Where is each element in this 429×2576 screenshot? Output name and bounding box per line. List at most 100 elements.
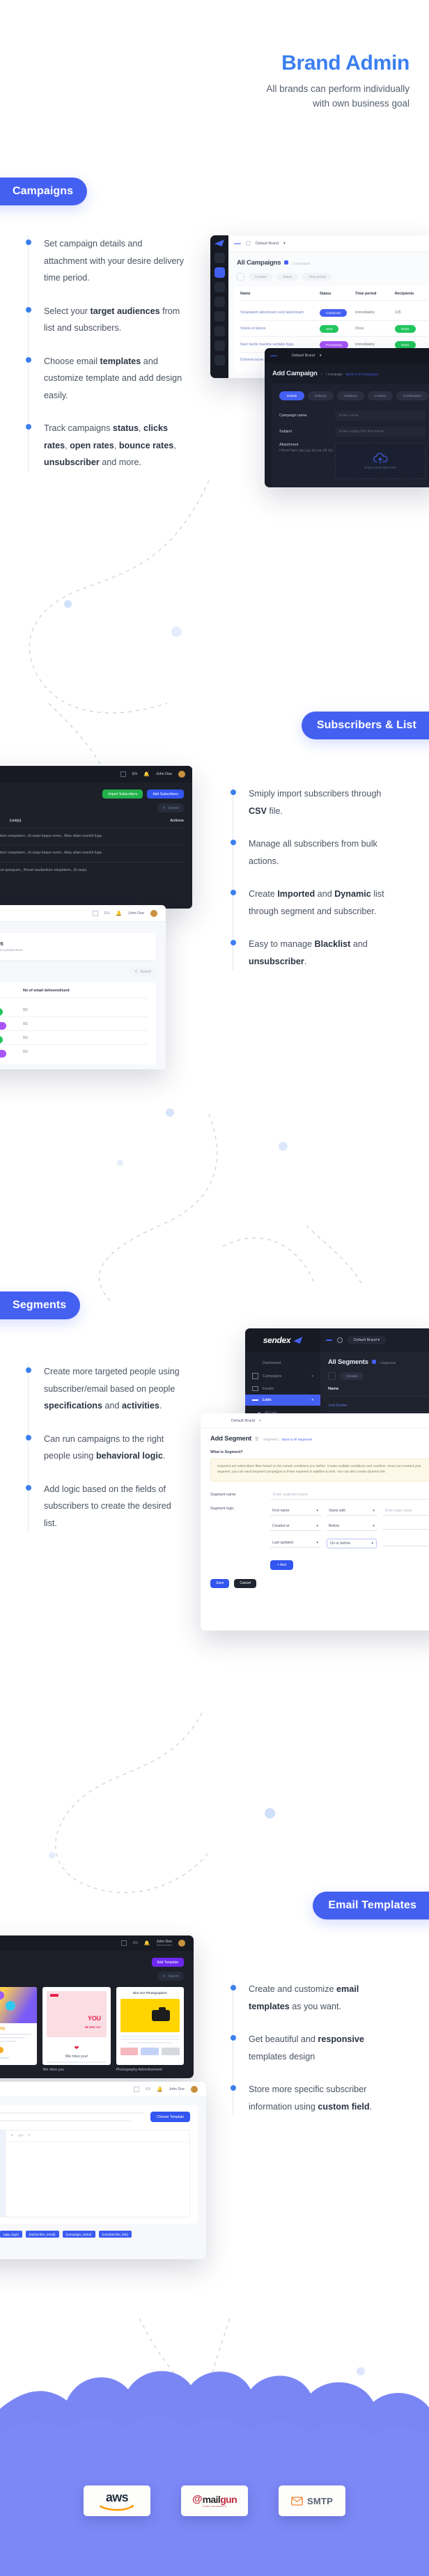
template-card[interactable]: Happy Birthday Happy Birthday — [0, 1987, 38, 2072]
avatar[interactable] — [191, 2085, 198, 2093]
table-row[interactable]: Soluta ut labore. Sent Once Show — [240, 321, 428, 336]
hamburger-icon[interactable] — [270, 355, 277, 356]
table-row[interactable]: Voluptatem laboriosam sunt laboriosam. C… — [240, 305, 428, 320]
tab-audience[interactable]: Audience — [336, 391, 364, 400]
table-row[interactable]: Qui accusantium quisquam., Rerum laudant… — [0, 867, 192, 874]
brand-selector[interactable]: Default Brand — [231, 1419, 255, 1423]
sidebar-item-dashboard[interactable]: Dashboard — [245, 1356, 320, 1369]
calendar-icon[interactable] — [328, 1372, 336, 1380]
logic-operator-select[interactable]: Before ▾ — [327, 1522, 377, 1531]
sidebar-item-reports[interactable] — [214, 340, 225, 351]
sidebar-item-lists[interactable] — [214, 297, 225, 307]
add-template-button[interactable]: Add Template — [151, 1958, 184, 1967]
logic-value-input[interactable] — [383, 1540, 429, 1547]
sidebar-item-lists[interactable]: Lists ▾ — [245, 1395, 320, 1406]
sidebar-item-emails[interactable] — [214, 282, 225, 292]
language-selector[interactable]: EN — [132, 772, 138, 776]
merge-tag[interactable]: {app_logo} — [0, 2231, 22, 2238]
search-input[interactable]: ⚲ Search — [157, 803, 184, 812]
attachment-dropzone[interactable]: Drag & Drop Files Here — [335, 443, 426, 479]
code-view-icon[interactable]: </> — [18, 2134, 23, 2138]
filter-created[interactable]: Created — [249, 273, 273, 281]
logo-card-mailgun[interactable]: @ mail gun Email Automation — [181, 2485, 248, 2516]
merge-tag[interactable]: {subscriber_email} — [25, 2231, 59, 2238]
back-to-all-campaigns-link[interactable]: Back to All Campaigns — [346, 372, 378, 376]
tab-content[interactable]: Content — [367, 391, 393, 400]
save-button[interactable]: Save — [210, 1578, 230, 1588]
language-selector[interactable]: EN — [146, 2087, 150, 2091]
sidebar-item-settings[interactable] — [214, 326, 225, 336]
sidebar-item-campaigns[interactable]: Campaigns ▾ — [245, 1369, 320, 1383]
tab-details[interactable]: Details — [279, 391, 305, 400]
theme-toggle-icon[interactable] — [282, 354, 287, 359]
brand-selector[interactable]: Default Brand — [256, 242, 279, 246]
logic-operator-select[interactable]: Starts with ▾ — [327, 1507, 377, 1516]
avatar[interactable] — [150, 909, 157, 917]
avatar[interactable] — [178, 771, 185, 778]
table-row[interactable]: Subscribed 0/1 — [0, 1003, 148, 1016]
search-input[interactable]: ⚲ Search — [157, 1972, 184, 1981]
logo-card-smtp[interactable]: SMTP — [279, 2485, 345, 2516]
table-row[interactable]: Subscribed 0/1 — [0, 1031, 148, 1044]
template-card[interactable]: YOU WE MISS YOU ❤ We miss you! We miss y… — [42, 1987, 111, 2072]
sidebar-item-integrations[interactable] — [214, 355, 225, 366]
hamburger-icon[interactable] — [326, 1340, 332, 1341]
logic-operator-select[interactable]: On or before ▾ — [327, 1538, 377, 1548]
filter-created[interactable]: Created — [340, 1372, 364, 1380]
search-input[interactable]: ⚲ Search — [130, 967, 156, 976]
filter-status[interactable]: Status — [276, 273, 299, 281]
subject-input[interactable]: Enter subject for this email — [335, 427, 426, 437]
language-selector[interactable]: EN — [133, 1941, 138, 1945]
table-row[interactable]: Unsubscribed 0/1 — [0, 1017, 148, 1030]
recipients-show-button[interactable]: Show — [395, 324, 416, 333]
tab-confirmation[interactable]: Confirmation — [396, 391, 428, 400]
sidebar-item-dashboard[interactable] — [214, 253, 225, 263]
user-name[interactable]: John Doe — [169, 2087, 185, 2091]
language-selector[interactable]: EN — [104, 911, 110, 916]
fullscreen-icon[interactable] — [120, 1940, 127, 1946]
table-row[interactable]: Just Drafter — [328, 1400, 429, 1411]
theme-toggle-icon[interactable] — [246, 241, 251, 246]
sidebar-item-emails[interactable]: Emails — [245, 1383, 320, 1395]
user-name[interactable]: John Doe — [156, 772, 172, 776]
avatar[interactable] — [178, 1940, 185, 1947]
back-to-all-segments-link[interactable]: Back to All Segments — [282, 1438, 312, 1441]
theme-toggle-icon[interactable] — [337, 1337, 343, 1343]
logo-card-aws[interactable]: aws — [84, 2485, 150, 2516]
brand-selector[interactable]: Default Brand — [292, 354, 315, 358]
template-card[interactable]: Hire Our Photographer! Photography Adver… — [116, 1987, 184, 2072]
filter-time-period[interactable]: Time period — [302, 273, 332, 281]
bell-icon[interactable]: 🔔 — [143, 771, 150, 777]
sidebar-item-campaigns[interactable] — [214, 267, 225, 278]
logic-value-input[interactable] — [383, 1523, 429, 1530]
bell-icon[interactable]: 🔔 — [157, 2087, 163, 2092]
bell-icon[interactable]: 🔔 — [144, 1940, 150, 1946]
table-row[interactable]: Rerum laudantium voluptatem., Et sequi i… — [0, 833, 192, 840]
user-name[interactable]: John Doe — [128, 911, 144, 916]
choose-template-button[interactable]: Choose Template — [150, 2112, 190, 2122]
undo-icon[interactable]: ↶ — [10, 2134, 13, 2138]
tab-delivery[interactable]: Delivery — [308, 391, 334, 400]
merge-tag[interactable]: {campaign_name} — [62, 2231, 95, 2238]
recipients-show-button[interactable]: Show — [395, 340, 416, 349]
table-row[interactable]: Rerum laudantium voluptatem., Et sequi i… — [0, 850, 192, 856]
calendar-icon[interactable] — [237, 273, 244, 281]
sidebar-item-messages[interactable] — [214, 311, 225, 322]
cancel-button[interactable]: Cancel — [234, 1578, 256, 1588]
campaign-name-input[interactable]: Enter name — [335, 411, 426, 421]
help-icon[interactable]: ? — [28, 2134, 30, 2138]
fullscreen-icon[interactable] — [120, 771, 126, 777]
hamburger-icon[interactable] — [234, 242, 241, 244]
add-subscribers-button[interactable]: Add Subscribers — [147, 790, 184, 799]
merge-tag[interactable]: {unsubscribe_link} — [98, 2231, 132, 2238]
logic-value-input[interactable]: Enter logic value — [383, 1507, 429, 1516]
fullscreen-icon[interactable] — [92, 910, 98, 916]
logic-field-select[interactable]: First name ▾ — [270, 1507, 320, 1516]
add-and-condition-button[interactable]: + And — [270, 1560, 293, 1570]
import-subscribers-button[interactable]: Import Subscribers — [102, 790, 143, 799]
brand-selector[interactable]: Default Brand ▾ — [348, 1336, 387, 1344]
table-row[interactable]: Unsubscribed 0/1 — [0, 1045, 148, 1058]
logic-field-select[interactable]: Last updated ▾ — [270, 1539, 320, 1548]
segment-name-input[interactable]: Enter segment name — [270, 1491, 429, 1500]
logic-field-select[interactable]: Created at ▾ — [270, 1522, 320, 1531]
